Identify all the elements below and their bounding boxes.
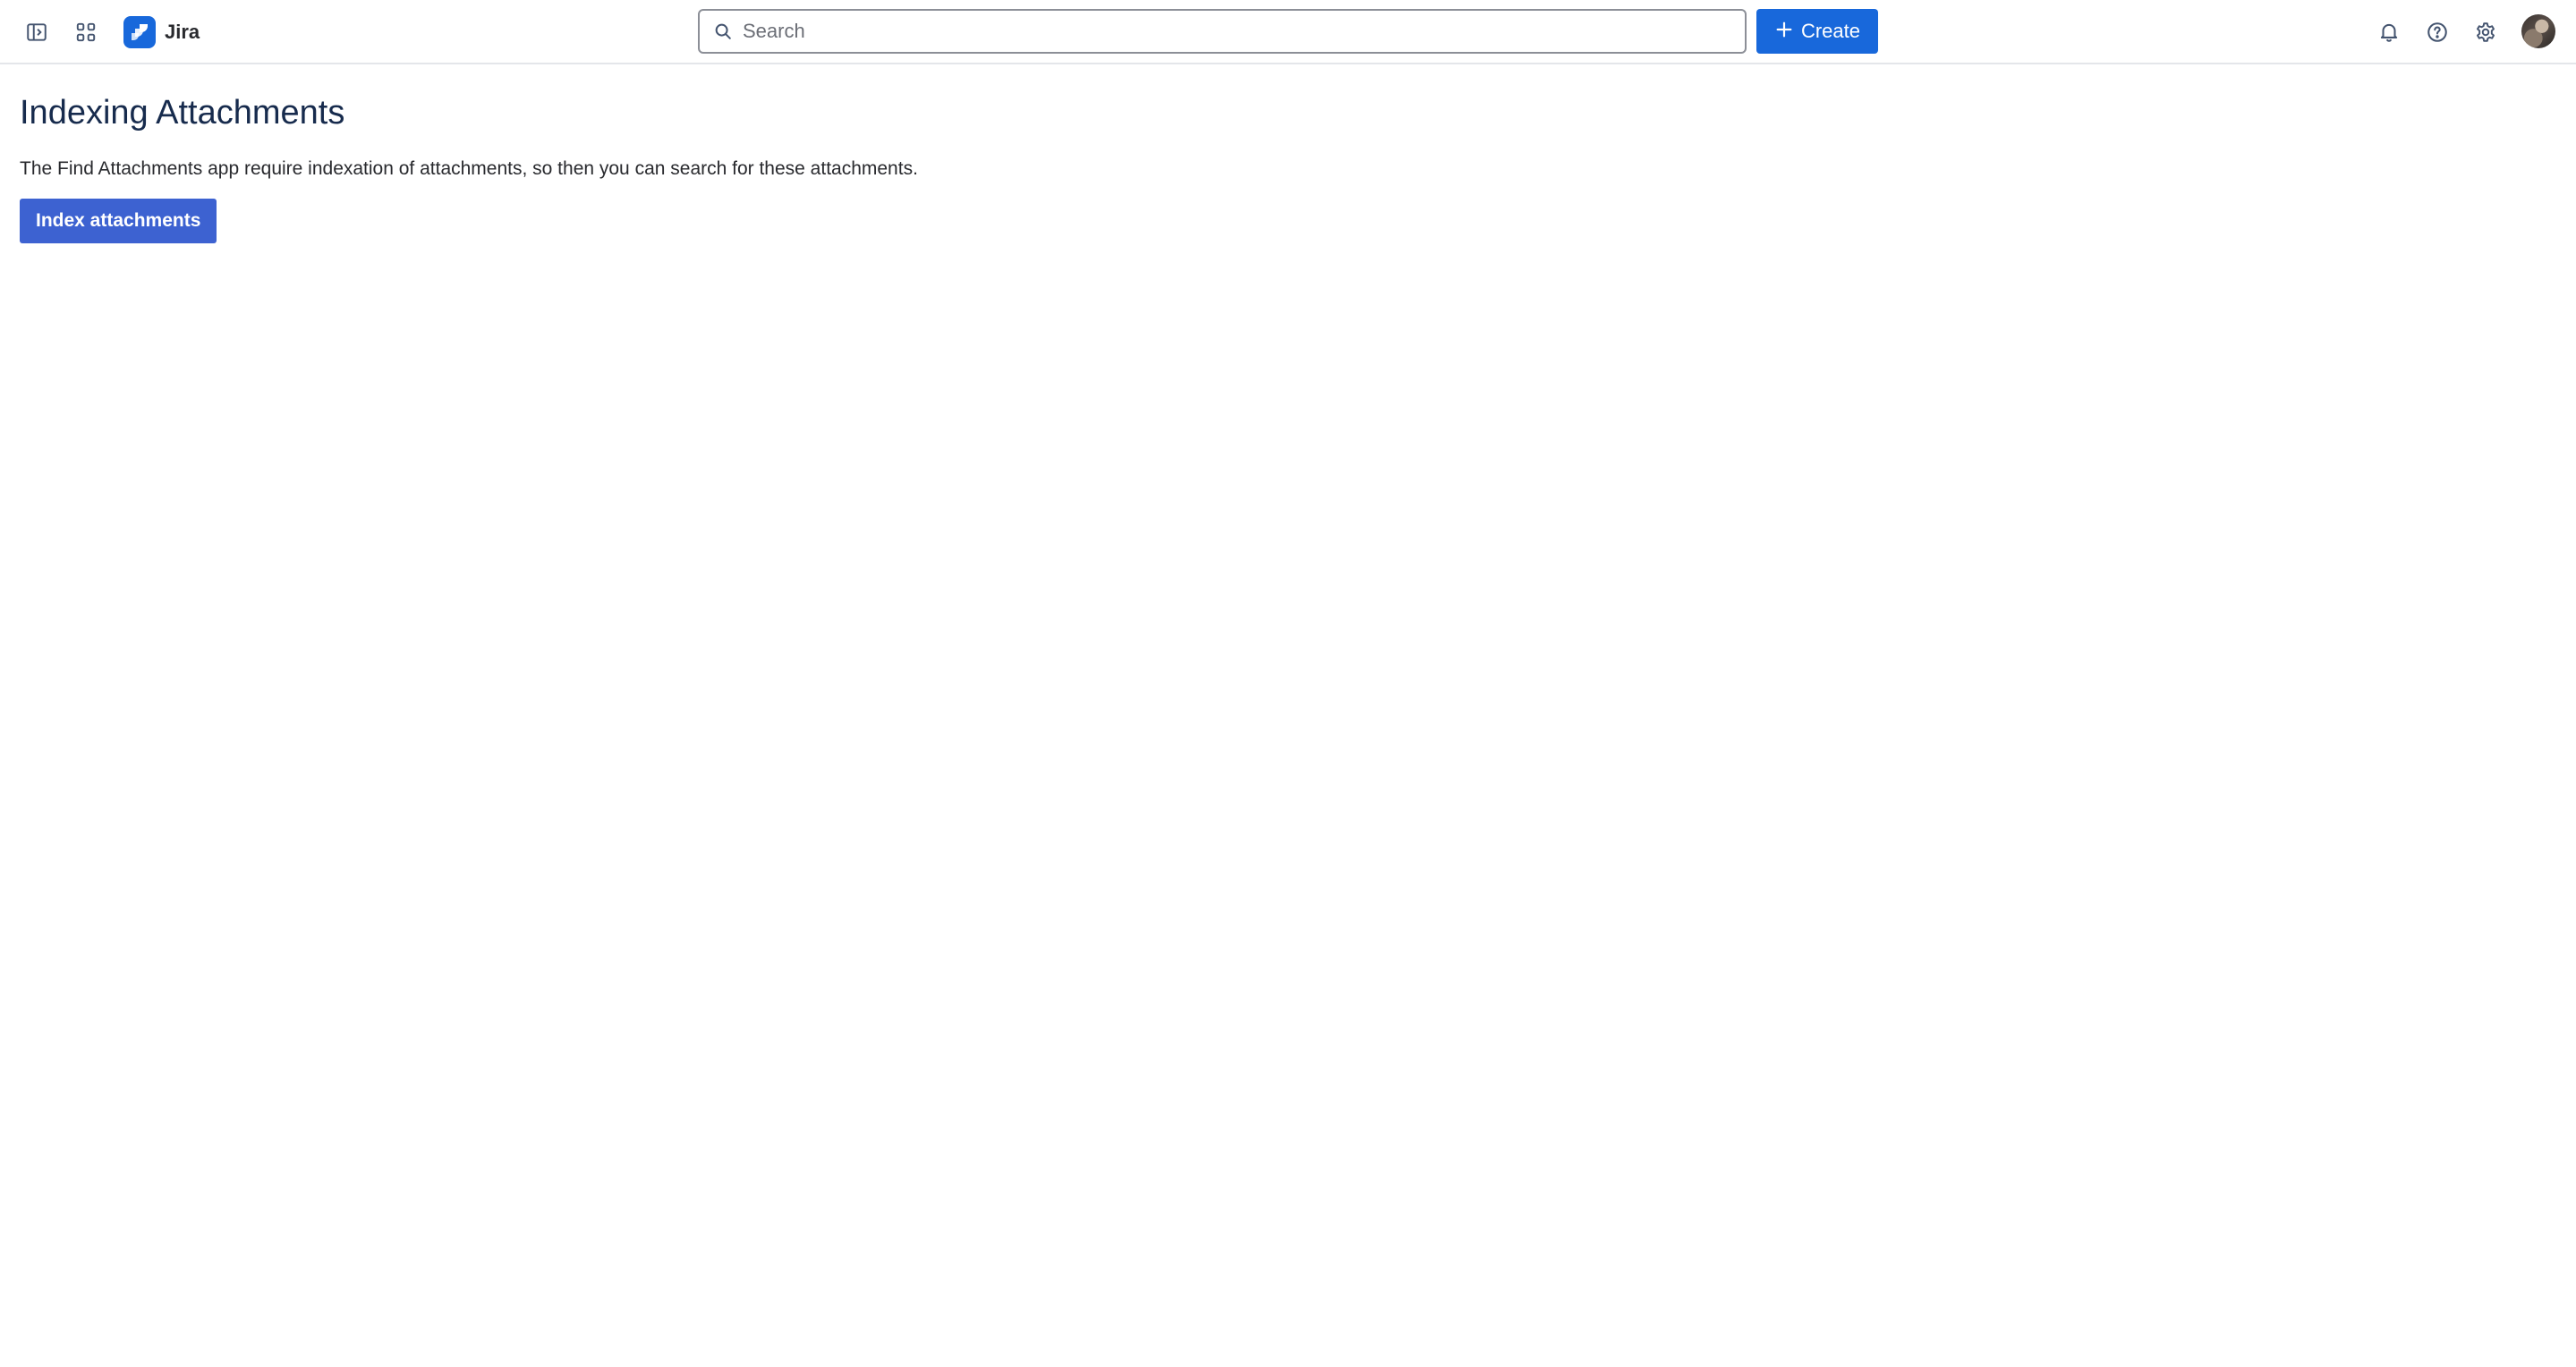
index-attachments-button[interactable]: Index attachments (20, 199, 217, 243)
gear-icon (2474, 21, 2497, 44)
page-description: The Find Attachments app require indexat… (20, 158, 918, 179)
sidebar-toggle-icon (25, 21, 48, 44)
app-switcher-icon (74, 21, 98, 44)
main-content: Indexing Attachments The Find Attachment… (20, 89, 2525, 243)
create-button[interactable]: Create (1756, 9, 1878, 54)
user-avatar[interactable] (2521, 14, 2555, 48)
search-icon (710, 19, 735, 44)
help-button[interactable] (2414, 9, 2461, 55)
app-name: Jira (165, 21, 200, 43)
create-button-label: Create (1800, 20, 1861, 42)
notifications-button[interactable] (2366, 9, 2412, 55)
help-icon (2426, 21, 2449, 44)
top-navigation-bar: Jira Create (0, 0, 2576, 64)
search-box[interactable] (698, 9, 1747, 54)
plus-icon (1774, 20, 1794, 44)
jira-home-link[interactable]: Jira (123, 14, 200, 50)
sidebar-toggle-button[interactable] (13, 9, 60, 55)
app-switcher-button[interactable] (63, 9, 109, 55)
search-input[interactable] (743, 13, 1727, 49)
jira-logo-icon (123, 16, 156, 48)
page-title: Indexing Attachments (20, 94, 345, 132)
settings-button[interactable] (2462, 9, 2509, 55)
bell-icon (2377, 21, 2401, 44)
